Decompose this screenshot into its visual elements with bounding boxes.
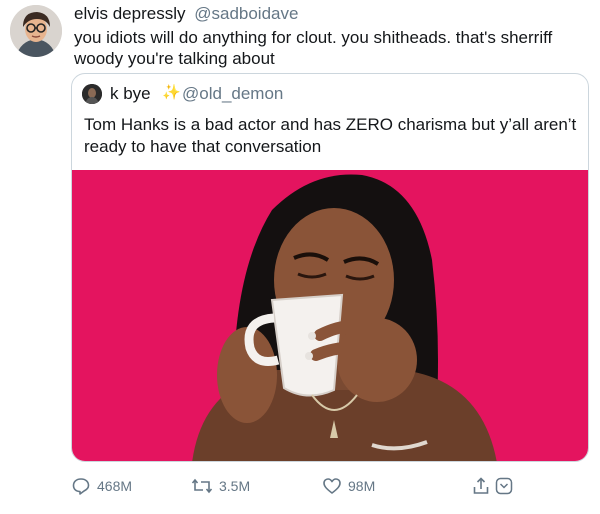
share-button[interactable] bbox=[471, 474, 513, 498]
author-name[interactable]: elvis depressly bbox=[74, 4, 186, 23]
reply-button[interactable]: 468M bbox=[71, 474, 132, 498]
quoted-tweet[interactable]: k bye ✨ @old_demon Tom Hanks is a bad ac… bbox=[71, 73, 589, 462]
reply-icon bbox=[72, 478, 90, 495]
author-avatar[interactable] bbox=[10, 5, 62, 57]
tweet-card: elvis depressly @sadboidave you idiots w… bbox=[0, 0, 600, 514]
share-icon bbox=[473, 477, 489, 494]
quoted-tweet-media[interactable] bbox=[72, 170, 588, 461]
tweet-actions: 468M 3.5M 98M bbox=[71, 474, 591, 498]
like-count: 98M bbox=[348, 478, 376, 494]
retweet-icon bbox=[191, 478, 213, 494]
quoted-tweet-text: Tom Hanks is a bad actor and has ZERO ch… bbox=[84, 115, 577, 156]
tweet-text: you idiots will do anything for clout. y… bbox=[74, 28, 553, 68]
chevron-down-icon[interactable] bbox=[495, 477, 513, 495]
woman-sipping-mug-icon bbox=[72, 170, 588, 461]
quoted-author-handle: @old_demon bbox=[182, 84, 284, 103]
cartoon-avatar-icon bbox=[10, 5, 62, 57]
retweet-button[interactable]: 3.5M bbox=[191, 474, 250, 498]
heart-icon bbox=[323, 478, 341, 494]
author-handle[interactable]: @sadboidave bbox=[194, 4, 298, 23]
quoted-author-avatar bbox=[82, 84, 102, 104]
reply-count: 468M bbox=[97, 478, 133, 494]
quoted-avatar-icon bbox=[82, 84, 102, 104]
like-button[interactable]: 98M bbox=[322, 474, 375, 498]
tweet-header: elvis depressly @sadboidave bbox=[74, 4, 298, 24]
retweet-count: 3.5M bbox=[219, 478, 251, 494]
quoted-author-name: k bye bbox=[110, 84, 151, 103]
sparkles-icon: ✨ bbox=[162, 84, 181, 101]
